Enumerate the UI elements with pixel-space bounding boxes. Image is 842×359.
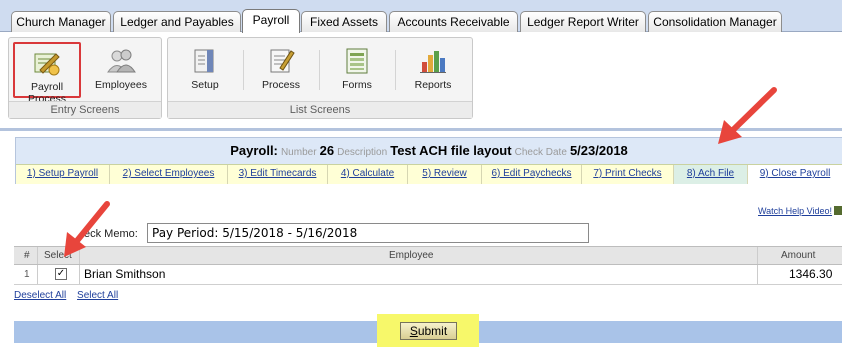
list-screens-label: List Screens xyxy=(168,101,472,118)
submit-label: ubmit xyxy=(417,324,448,338)
step-link[interactable]: 1) Setup Payroll xyxy=(27,168,98,179)
column-divider xyxy=(79,247,80,264)
column-divider xyxy=(757,265,758,284)
forms-icon xyxy=(346,48,368,74)
toolbar-divider xyxy=(0,128,842,131)
entry-screens-label: Entry Screens xyxy=(9,101,161,118)
module-tab-bar: Church Manager Ledger and Payables Payro… xyxy=(0,0,842,33)
number-label: Number xyxy=(280,147,317,158)
reports-label: Reports xyxy=(414,79,452,91)
payroll-steps: 1) Setup Payroll 2) Select Employees 3) … xyxy=(16,164,842,184)
selection-links: Deselect All Select All xyxy=(14,290,126,301)
step-close-payroll[interactable]: 9) Close Payroll xyxy=(748,165,842,184)
setup-icon xyxy=(194,49,214,73)
process-label: Process xyxy=(262,79,300,91)
column-amount[interactable]: Amount xyxy=(781,247,815,265)
employees-icon xyxy=(107,49,136,73)
tab-accounts-receivable[interactable]: Accounts Receivable xyxy=(389,11,518,32)
step-link[interactable]: 4) Calculate xyxy=(341,168,394,179)
tab-ledger-report-writer[interactable]: Ledger Report Writer xyxy=(520,11,646,32)
submit-accesskey: S xyxy=(409,324,418,338)
select-all-link[interactable]: Select All xyxy=(77,290,118,301)
help-link-text[interactable]: Watch Help Video! xyxy=(758,206,832,216)
column-divider xyxy=(79,265,80,284)
entry-screens-group: Payroll Process Employees Entry Screens xyxy=(8,37,162,119)
step-edit-paychecks[interactable]: 6) Edit Paychecks xyxy=(482,165,582,184)
toolbar-separator xyxy=(395,50,396,90)
step-calculate[interactable]: 4) Calculate xyxy=(328,165,408,184)
select-checkbox[interactable]: ✓ xyxy=(55,268,67,280)
payroll-title: Payroll: xyxy=(230,143,278,158)
deselect-all-link[interactable]: Deselect All xyxy=(14,290,66,301)
step-link[interactable]: 6) Edit Paychecks xyxy=(491,168,571,179)
grid-header: # Select Employee Amount xyxy=(14,246,842,265)
setup-label: Setup xyxy=(191,79,219,91)
submit-button[interactable]: Submit xyxy=(400,322,457,340)
step-select-employees[interactable]: 2) Select Employees xyxy=(110,165,228,184)
employee-grid: # Select Employee Amount 1 ✓ Brian Smith… xyxy=(14,246,842,285)
column-divider xyxy=(757,247,758,264)
reports-icon xyxy=(420,51,446,73)
step-link[interactable]: 9) Close Payroll xyxy=(760,168,831,179)
process-button[interactable]: Process xyxy=(247,42,315,98)
payroll-process-button[interactable]: Payroll Process xyxy=(13,42,81,105)
film-icon xyxy=(834,206,842,215)
column-divider xyxy=(37,247,38,264)
step-link[interactable]: 5) Review xyxy=(422,168,466,179)
payroll-description: Test ACH file layout xyxy=(390,143,512,158)
check-date: 5/23/2018 xyxy=(569,143,628,158)
forms-button[interactable]: Forms xyxy=(323,42,391,98)
employee-amount: 1346.30 xyxy=(789,267,833,281)
watch-help-video-link[interactable]: Watch Help Video! xyxy=(758,206,842,216)
payroll-panel: Payroll: Number 26 Description Test ACH … xyxy=(15,137,842,184)
payroll-process-icon xyxy=(34,53,60,76)
toolbar-separator xyxy=(243,50,244,90)
step-print-checks[interactable]: 7) Print Checks xyxy=(582,165,674,184)
step-ach-file[interactable]: 8) Ach File xyxy=(674,165,748,184)
column-number: # xyxy=(24,250,30,261)
payroll-number: 26 xyxy=(319,143,335,158)
step-link[interactable]: 8) Ach File xyxy=(687,168,734,179)
process-icon xyxy=(270,49,295,73)
employees-label: Employees xyxy=(95,79,147,91)
description-label: Description xyxy=(337,147,388,158)
tab-consolidation-manager[interactable]: Consolidation Manager xyxy=(648,11,782,32)
payroll-header: Payroll: Number 26 Description Test ACH … xyxy=(16,138,842,164)
setup-button[interactable]: Setup xyxy=(171,42,239,98)
step-setup-payroll[interactable]: 1) Setup Payroll xyxy=(16,165,110,184)
column-employee[interactable]: Employee xyxy=(389,247,433,265)
tab-church-manager[interactable]: Church Manager xyxy=(11,11,111,32)
row-number: 1 xyxy=(24,269,30,280)
column-select[interactable]: Select xyxy=(44,247,72,265)
list-screens-group: Setup Process Forms Reports List Screens xyxy=(167,37,473,119)
employee-name: Brian Smithson xyxy=(84,267,166,281)
check-memo-input[interactable] xyxy=(147,223,589,243)
step-edit-timecards[interactable]: 3) Edit Timecards xyxy=(228,165,328,184)
column-divider xyxy=(37,265,38,284)
toolbar-separator xyxy=(319,50,320,90)
tab-ledger-and-payables[interactable]: Ledger and Payables xyxy=(113,11,241,32)
step-review[interactable]: 5) Review xyxy=(408,165,482,184)
step-link[interactable]: 3) Edit Timecards xyxy=(239,168,317,179)
table-row[interactable]: 1 ✓ Brian Smithson 1346.30 xyxy=(14,265,842,285)
step-link[interactable]: 2) Select Employees xyxy=(123,168,215,179)
tab-fixed-assets[interactable]: Fixed Assets xyxy=(301,11,387,32)
check-date-label: Check Date xyxy=(514,147,567,158)
tab-payroll[interactable]: Payroll xyxy=(242,9,300,33)
employees-button[interactable]: Employees xyxy=(87,42,155,98)
step-link[interactable]: 7) Print Checks xyxy=(593,168,661,179)
forms-label: Forms xyxy=(342,79,372,91)
toolbar: Payroll Process Employees Entry Screens … xyxy=(0,32,842,128)
reports-button[interactable]: Reports xyxy=(399,42,467,98)
check-memo-label: eck Memo: xyxy=(84,228,138,240)
